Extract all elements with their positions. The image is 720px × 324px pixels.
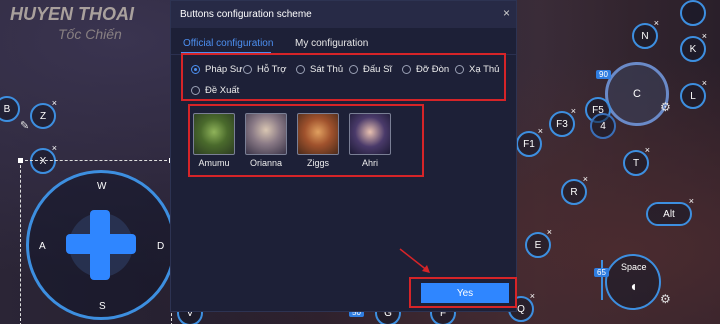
role-label: Đấu Sĩ: [363, 64, 393, 75]
game-logo-subtitle: Tốc Chiến: [58, 26, 122, 42]
key-q-label: Q: [517, 303, 525, 315]
key-z[interactable]: Z ×: [30, 98, 57, 129]
key-f3-label: F3: [556, 118, 568, 130]
hero-name: Ahri: [361, 158, 378, 168]
hero-amumu[interactable]: Amumu: [193, 113, 235, 168]
dialog-header: Buttons configuration scheme ×: [171, 1, 516, 28]
key-t-label: T: [632, 157, 640, 169]
key-q-remove-icon[interactable]: ×: [530, 291, 535, 301]
yes-button[interactable]: Yes: [421, 283, 509, 303]
mouse-icon: ◖: [629, 278, 638, 294]
key-z-remove-icon[interactable]: ×: [52, 98, 57, 108]
config-dialog: Buttons configuration scheme × Official …: [170, 0, 517, 312]
tab-official-configuration[interactable]: Official configuration: [183, 38, 273, 49]
close-icon[interactable]: ×: [503, 6, 510, 20]
key-alt[interactable]: Alt ×: [646, 196, 694, 226]
hero-ahri[interactable]: Ahri: [349, 113, 391, 168]
key-f1-remove-icon[interactable]: ×: [538, 126, 543, 136]
dpad-right-label: D: [157, 241, 165, 252]
tab-my-configuration[interactable]: My configuration: [295, 38, 368, 49]
key-4[interactable]: 4: [590, 113, 616, 139]
key-f1[interactable]: F1 ×: [516, 126, 543, 157]
radio-dot: [191, 65, 200, 74]
dpad-joystick[interactable]: W A D S: [26, 170, 176, 320]
key-c-label: C: [633, 88, 641, 100]
key-f3-remove-icon[interactable]: ×: [571, 106, 576, 116]
game-logo-title: HUYEN THOAI: [10, 4, 135, 24]
key-t[interactable]: T ×: [623, 145, 650, 176]
key-e-remove-icon[interactable]: ×: [547, 227, 552, 237]
resize-handle[interactable]: [18, 158, 23, 163]
key-n[interactable]: N ×: [632, 18, 659, 49]
key-z-label: Z: [39, 110, 47, 122]
role-radio-xa-thu[interactable]: Xạ Thủ: [455, 64, 499, 75]
key-f3[interactable]: F3 ×: [549, 106, 576, 137]
badge-65: 65: [594, 268, 609, 277]
key-e[interactable]: E ×: [525, 227, 552, 258]
role-label: Pháp Sư: [205, 64, 243, 75]
dpad-up-label: W: [97, 181, 107, 192]
role-radio-phap-su[interactable]: Pháp Sư: [191, 64, 243, 75]
key-alt-label: Alt: [663, 208, 675, 220]
radio-dot: [349, 65, 358, 74]
role-label: Hỗ Trợ: [257, 64, 287, 75]
role-label: Sát Thủ: [310, 64, 344, 75]
pointer-arrow-icon: [399, 248, 430, 273]
key-x-remove-icon[interactable]: ×: [52, 143, 57, 153]
orianna-portrait: [245, 113, 287, 155]
role-label: Đề Xuất: [205, 85, 240, 96]
radio-dot: [402, 65, 411, 74]
role-radio-dau-si[interactable]: Đấu Sĩ: [349, 64, 392, 75]
hero-ziggs[interactable]: Ziggs: [297, 113, 339, 168]
ahri-portrait: [349, 113, 391, 155]
key-b-label: B: [3, 103, 11, 115]
role-label: Đỡ Đòn: [416, 64, 450, 75]
key-t-remove-icon[interactable]: ×: [645, 145, 650, 155]
key-k-label: K: [689, 43, 697, 55]
radio-dot: [455, 65, 464, 74]
key-r-label: R: [570, 186, 578, 198]
hero-name: Orianna: [249, 158, 283, 168]
key-space[interactable]: Space ◖: [605, 254, 661, 310]
key-4-label: 4: [600, 120, 606, 132]
key-n-label: N: [641, 30, 649, 42]
hero-name: Amumu: [198, 158, 230, 168]
dialog-title: Buttons configuration scheme: [180, 9, 312, 20]
key-r-remove-icon[interactable]: ×: [583, 174, 588, 184]
dpad-down-label: S: [99, 301, 106, 312]
hero-orianna[interactable]: Orianna: [245, 113, 287, 168]
role-radio-de-xuat[interactable]: Đề Xuất: [191, 85, 239, 96]
key-b[interactable]: B: [0, 96, 20, 122]
key-alt-remove-icon[interactable]: ×: [689, 196, 694, 206]
role-radio-sat-thu[interactable]: Sát Thủ: [296, 64, 343, 75]
amumu-portrait: [193, 113, 235, 155]
key-l-remove-icon[interactable]: ×: [702, 78, 707, 88]
key-l[interactable]: L ×: [680, 78, 707, 109]
key-n-remove-icon[interactable]: ×: [654, 18, 659, 28]
role-radio-ho-tro[interactable]: Hỗ Trợ: [243, 64, 286, 75]
key-e-label: E: [534, 239, 542, 251]
key-r[interactable]: R ×: [561, 174, 588, 205]
ziggs-portrait: [297, 113, 339, 155]
key-f1-label: F1: [523, 138, 535, 150]
settings-gear-icon[interactable]: ⚙: [660, 100, 671, 114]
role-label: Xạ Thủ: [469, 64, 500, 75]
settings-gear-icon-2[interactable]: ⚙: [660, 292, 671, 306]
key-l-label: L: [690, 90, 696, 102]
dpad-cross-vertical: [90, 210, 110, 280]
dpad-left-label: A: [39, 241, 46, 252]
key-space-label: Space: [621, 262, 647, 272]
hero-name: Ziggs: [306, 158, 329, 168]
key-c[interactable]: C: [605, 62, 669, 126]
key-k-remove-icon[interactable]: ×: [702, 31, 707, 41]
key-top-right[interactable]: [680, 0, 706, 26]
space-range-bar: [601, 260, 603, 300]
role-radio-do-don[interactable]: Đỡ Đòn: [402, 64, 449, 75]
key-k[interactable]: K ×: [680, 31, 707, 62]
radio-dot: [296, 65, 305, 74]
radio-dot: [243, 65, 252, 74]
badge-90: 90: [596, 70, 611, 79]
edit-icon[interactable]: ✎: [20, 119, 29, 132]
radio-dot: [191, 86, 200, 95]
